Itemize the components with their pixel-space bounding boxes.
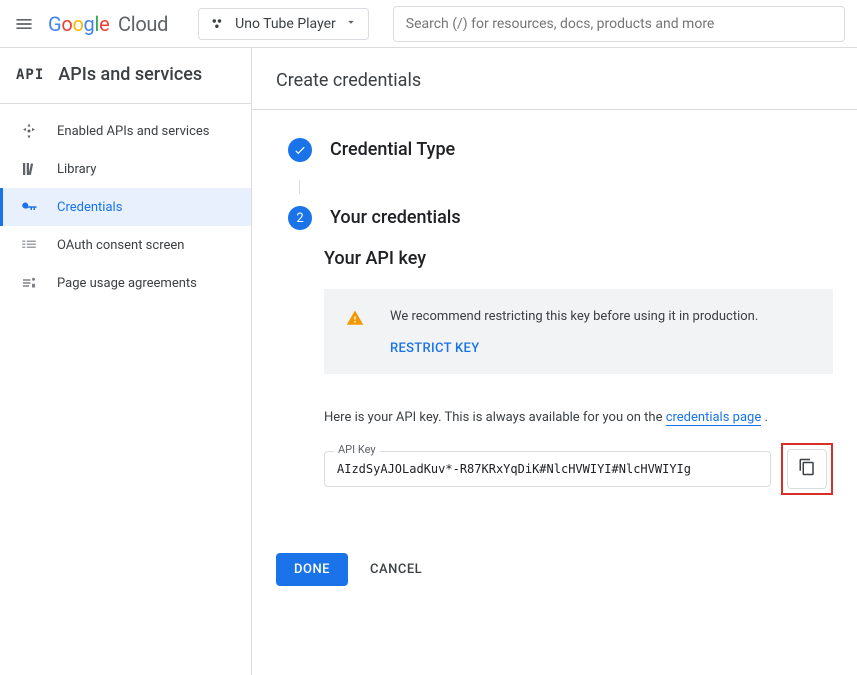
warning-icon [346,309,364,331]
page-title: Create credentials [276,70,833,91]
step-2-title: Your credentials [330,206,461,228]
sidebar-item-label: Page usage agreements [57,276,197,291]
sidebar-item-label: Enabled APIs and services [57,124,210,139]
credentials-page-link[interactable]: credentials page [666,410,762,426]
sidebar-item-label: OAuth consent screen [57,238,184,253]
project-name: Uno Tube Player [235,16,336,32]
api-key-legend: API Key [334,443,380,456]
sidebar-item-oauth[interactable]: OAuth consent screen [0,226,251,264]
sidebar-item-label: Library [57,162,96,177]
search-input[interactable] [393,6,845,42]
google-cloud-logo[interactable]: Google Cloud [48,12,168,36]
oauth-icon [19,236,39,254]
sidebar-item-enabled-apis[interactable]: Enabled APIs and services [0,112,251,150]
copy-icon [798,458,816,480]
api-key-field-wrapper: API Key [324,451,771,487]
sidebar-header: API APIs and services [0,64,251,103]
sidebar-item-credentials[interactable]: Credentials [0,188,251,226]
library-icon [19,160,39,178]
project-icon [209,15,227,33]
done-button[interactable]: DONE [276,553,348,586]
step-1: Credential Type [276,138,833,162]
info-prefix: Here is your API key. This is always ava… [324,410,666,425]
step-2: 2 Your credentials [276,206,833,230]
searchbar [393,6,845,42]
copy-api-key-button[interactable] [787,449,827,489]
footer-actions: DONE CANCEL [276,553,833,586]
main-content: Create credentials Credential Type 2 You… [252,48,857,675]
api-key-input[interactable] [324,451,771,487]
agreements-icon [19,274,39,292]
info-line: Here is your API key. This is always ava… [324,410,833,425]
sidebar-item-usage-agreements[interactable]: Page usage agreements [0,264,251,302]
info-suffix: . [761,410,768,425]
restrict-key-link[interactable]: RESTRICT KEY [390,341,479,356]
warning-box: We recommend restricting this key before… [324,289,833,374]
logo-cloud-text: Cloud [118,12,168,36]
sidebar-item-library[interactable]: Library [0,150,251,188]
step-1-title: Credential Type [330,138,455,160]
sidebar-title: APIs and services [58,64,202,85]
sidebar: API APIs and services Enabled APIs and s… [0,48,252,675]
hamburger-menu-icon[interactable] [12,12,36,36]
key-icon [19,198,39,216]
chevron-down-icon [344,15,358,33]
project-picker[interactable]: Uno Tube Player [198,8,369,40]
cancel-button[interactable]: CANCEL [370,562,422,577]
api-badge-icon: API [16,67,44,83]
step-2-badge: 2 [288,206,312,230]
step-check-icon [288,138,312,162]
api-key-heading: Your API key [324,248,833,269]
enabled-apis-icon [19,122,39,140]
copy-highlight [781,443,833,495]
topbar: Google Cloud Uno Tube Player [0,0,857,48]
sidebar-item-label: Credentials [57,200,122,215]
warning-text: We recommend restricting this key before… [390,307,758,327]
